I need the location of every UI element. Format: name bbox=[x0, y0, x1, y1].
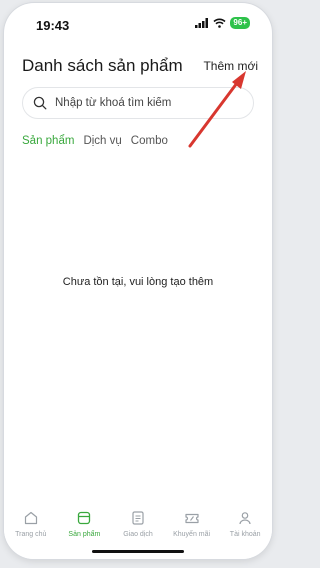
nav-label: Khuyến mãi bbox=[173, 531, 211, 538]
nav-label: Trang chủ bbox=[15, 531, 47, 538]
search-bar[interactable] bbox=[22, 87, 254, 119]
product-icon bbox=[75, 509, 93, 527]
add-new-button[interactable]: Thêm mới bbox=[203, 59, 258, 73]
wifi-icon bbox=[213, 18, 226, 28]
search-icon bbox=[33, 96, 47, 110]
status-time: 19:43 bbox=[36, 18, 70, 33]
nav-item-trang-chu[interactable]: Trang chủ bbox=[6, 509, 56, 538]
category-tabs: Sản phẩm Dịch vụ Combo bbox=[22, 135, 168, 147]
tab-combo[interactable]: Combo bbox=[131, 135, 168, 147]
phone-frame: 19:43 96+ Danh sách sản phẩm Thêm mới Nh… bbox=[4, 3, 272, 559]
nav-item-tai-khoan[interactable]: Tài khoản bbox=[220, 509, 270, 538]
nav-item-giao-dich[interactable]: Giao dịch bbox=[113, 509, 163, 538]
promotion-icon bbox=[183, 509, 201, 527]
header: Danh sách sản phẩm Thêm mới bbox=[4, 53, 272, 83]
page-title: Danh sách sản phẩm bbox=[22, 56, 183, 75]
nav-label: Sản phẩm bbox=[68, 531, 101, 538]
account-icon bbox=[236, 509, 254, 527]
nav-label: Giao dịch bbox=[123, 531, 153, 538]
tab-dich-vu[interactable]: Dịch vụ bbox=[83, 135, 121, 147]
nav-label: Tài khoản bbox=[229, 531, 261, 538]
search-input[interactable] bbox=[53, 96, 247, 110]
cellular-signal-icon bbox=[195, 18, 209, 28]
bottom-nav: Trang chủ Sản phẩm Giao dịch Khuyến mãi … bbox=[4, 499, 272, 559]
home-indicator bbox=[92, 550, 184, 553]
battery-indicator: 96+ bbox=[230, 17, 250, 29]
empty-state-message: Chưa tồn tại, vui lòng tạo thêm bbox=[62, 276, 214, 288]
home-icon bbox=[22, 509, 40, 527]
tab-san-pham[interactable]: Sản phẩm bbox=[22, 135, 74, 147]
transaction-icon bbox=[129, 509, 147, 527]
nav-item-khuyen-mai[interactable]: Khuyến mãi bbox=[167, 509, 217, 538]
status-bar: 19:43 96+ bbox=[4, 3, 272, 43]
status-indicators: 96+ bbox=[195, 17, 250, 29]
nav-item-san-pham[interactable]: Sản phẩm bbox=[59, 509, 109, 538]
